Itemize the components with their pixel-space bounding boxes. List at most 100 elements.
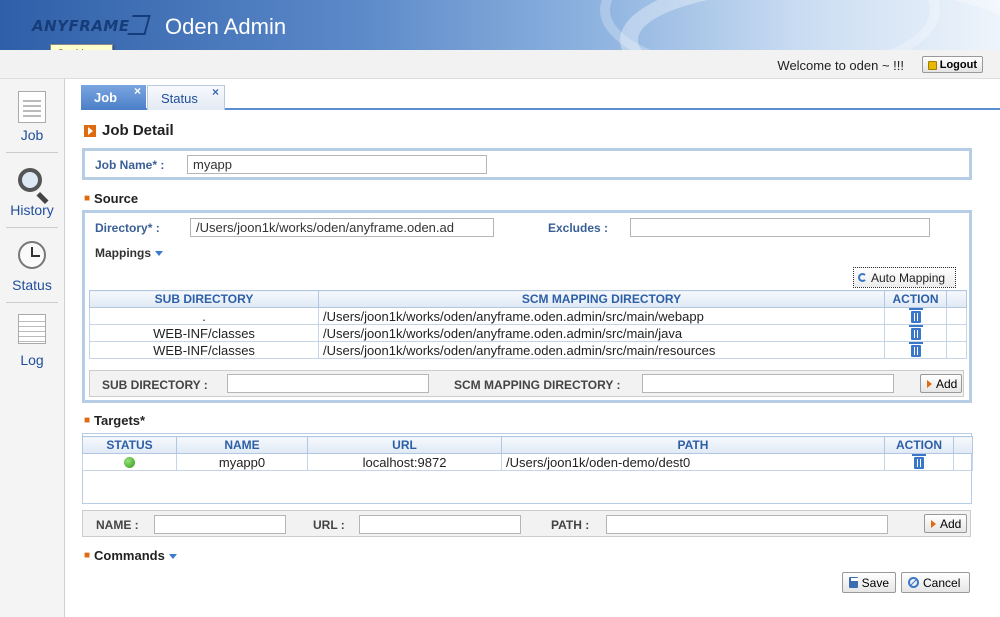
column-header: PATH <box>501 436 885 454</box>
commands-toggle[interactable]: ■ Commands <box>84 548 177 563</box>
trash-icon[interactable] <box>908 308 923 323</box>
magnifier-icon <box>18 168 42 192</box>
logout-button[interactable]: Logout <box>921 56 983 73</box>
mappings-toggle[interactable]: Mappings <box>95 246 163 260</box>
app-title: Oden Admin <box>165 14 287 39</box>
sidebar-item-label: Status <box>12 277 52 293</box>
mappings-label: Mappings <box>95 246 151 260</box>
chevron-down-icon <box>155 251 163 256</box>
chevron-down-icon <box>168 554 177 559</box>
job-name-input[interactable]: myapp <box>187 155 487 174</box>
job-name-panel: Job Name* : myapp <box>82 148 972 180</box>
tab-label: Status <box>161 91 198 106</box>
action-cell <box>884 307 947 325</box>
scm-mapping-input[interactable] <box>642 374 894 393</box>
column-spacer <box>953 436 973 454</box>
bullet-icon: ■ <box>84 550 91 561</box>
auto-mapping-button[interactable]: Auto Mapping <box>853 267 956 288</box>
save-button[interactable]: Save <box>842 572 896 593</box>
status-online-icon <box>124 456 135 468</box>
row-spacer <box>946 307 967 325</box>
table-row: WEB-INF/classes /Users/joon1k/works/oden… <box>89 324 967 342</box>
user-bar: Welcome to oden ~ !!! Logout <box>0 50 1000 79</box>
trash-icon[interactable] <box>908 342 923 357</box>
targets-table: STATUS NAME URL PATH ACTION myapp0 local… <box>82 436 973 471</box>
tab-label: Job <box>94 90 118 105</box>
app-header: ANYFRAME Oden Admin <box>0 0 1000 50</box>
column-header: NAME <box>176 436 308 454</box>
targets-section-title: ■ Targets* <box>84 413 145 428</box>
sub-directory-input[interactable] <box>227 374 429 393</box>
close-icon[interactable]: × <box>134 79 141 104</box>
table-row: WEB-INF/classes /Users/joon1k/works/oden… <box>89 341 967 359</box>
sub-directory-cell: WEB-INF/classes <box>89 341 319 359</box>
sidebar-divider <box>6 227 58 228</box>
save-label: Save <box>861 575 889 590</box>
sidebar-item-status[interactable]: Status <box>0 229 64 303</box>
action-cell <box>884 324 947 342</box>
add-mapping-button[interactable]: Add <box>920 374 962 393</box>
close-icon[interactable]: × <box>212 80 219 105</box>
status-cell <box>82 453 177 471</box>
table-row: myapp0 localhost:9872 /Users/joon1k/oden… <box>82 453 973 471</box>
url-label: URL : <box>313 518 345 532</box>
sidebar-divider <box>6 302 58 303</box>
name-label: NAME : <box>96 518 139 532</box>
mappings-table: SUB DIRECTORY SCM MAPPING DIRECTORY ACTI… <box>89 290 967 359</box>
source-section-title: ■ Source <box>84 191 138 206</box>
sub-directory-cell: WEB-INF/classes <box>89 324 319 342</box>
target-name-input[interactable] <box>154 515 286 534</box>
column-header: URL <box>307 436 502 454</box>
bullet-icon: ■ <box>84 415 91 426</box>
refresh-icon <box>858 273 867 282</box>
header-decoration <box>620 0 1000 50</box>
target-path-cell: /Users/joon1k/oden-demo/dest0 <box>501 453 885 471</box>
play-icon <box>84 124 96 137</box>
tab-job[interactable]: Job × <box>81 84 146 110</box>
column-header: SCM MAPPING DIRECTORY <box>318 290 885 308</box>
target-form: NAME : URL : PATH : Add <box>82 510 971 537</box>
target-url-input[interactable] <box>359 515 521 534</box>
document-icon <box>18 91 46 123</box>
column-header: SUB DIRECTORY <box>89 290 319 308</box>
log-sheet-icon <box>18 314 46 344</box>
anyframe-logo[interactable]: ANYFRAME <box>32 17 130 35</box>
sidebar-item-label: Log <box>20 352 44 368</box>
sidebar-divider <box>6 152 58 153</box>
scm-directory-cell: /Users/joon1k/works/oden/anyframe.oden.a… <box>318 341 885 359</box>
target-name-cell: myapp0 <box>176 453 308 471</box>
excludes-input[interactable] <box>630 218 930 237</box>
sub-directory-label: SUB DIRECTORY : <box>102 378 208 392</box>
logout-label: Logout <box>939 59 977 71</box>
row-spacer <box>953 453 973 471</box>
tab-bar: Job × Status × <box>81 84 1000 110</box>
page-title: Job Detail <box>84 122 174 139</box>
targets-label: Targets* <box>94 413 146 428</box>
action-cell <box>884 341 947 359</box>
target-url-cell: localhost:9872 <box>307 453 502 471</box>
tab-status[interactable]: Status × <box>147 85 225 110</box>
sidebar-item-job[interactable]: Job <box>0 79 64 153</box>
cancel-button[interactable]: Cancel <box>901 572 970 593</box>
clock-icon <box>18 241 46 269</box>
save-icon <box>849 577 858 588</box>
sidebar-item-log[interactable]: Log <box>0 304 64 378</box>
directory-input[interactable]: /Users/joon1k/works/oden/anyframe.oden.a… <box>190 218 494 237</box>
trash-icon[interactable] <box>912 454 926 469</box>
sidebar-item-history[interactable]: History <box>0 154 64 228</box>
column-header: ACTION <box>884 290 947 308</box>
scm-mapping-label: SCM MAPPING DIRECTORY : <box>454 378 621 392</box>
arrow-right-icon <box>931 519 936 528</box>
add-target-button[interactable]: Add <box>924 514 967 533</box>
logo-mark-icon[interactable] <box>127 15 151 35</box>
sidebar-item-label: Job <box>20 127 44 143</box>
scm-directory-cell: /Users/joon1k/works/oden/anyframe.oden.a… <box>318 307 885 325</box>
trash-icon[interactable] <box>908 325 923 340</box>
target-path-input[interactable] <box>606 515 888 534</box>
job-name-label: Job Name* : <box>95 158 165 172</box>
cancel-icon <box>908 577 919 588</box>
mapping-form: SUB DIRECTORY : SCM MAPPING DIRECTORY : … <box>89 370 964 397</box>
source-label: Source <box>94 191 139 206</box>
sub-directory-cell: . <box>89 307 319 325</box>
scm-directory-cell: /Users/joon1k/works/oden/anyframe.oden.a… <box>318 324 885 342</box>
